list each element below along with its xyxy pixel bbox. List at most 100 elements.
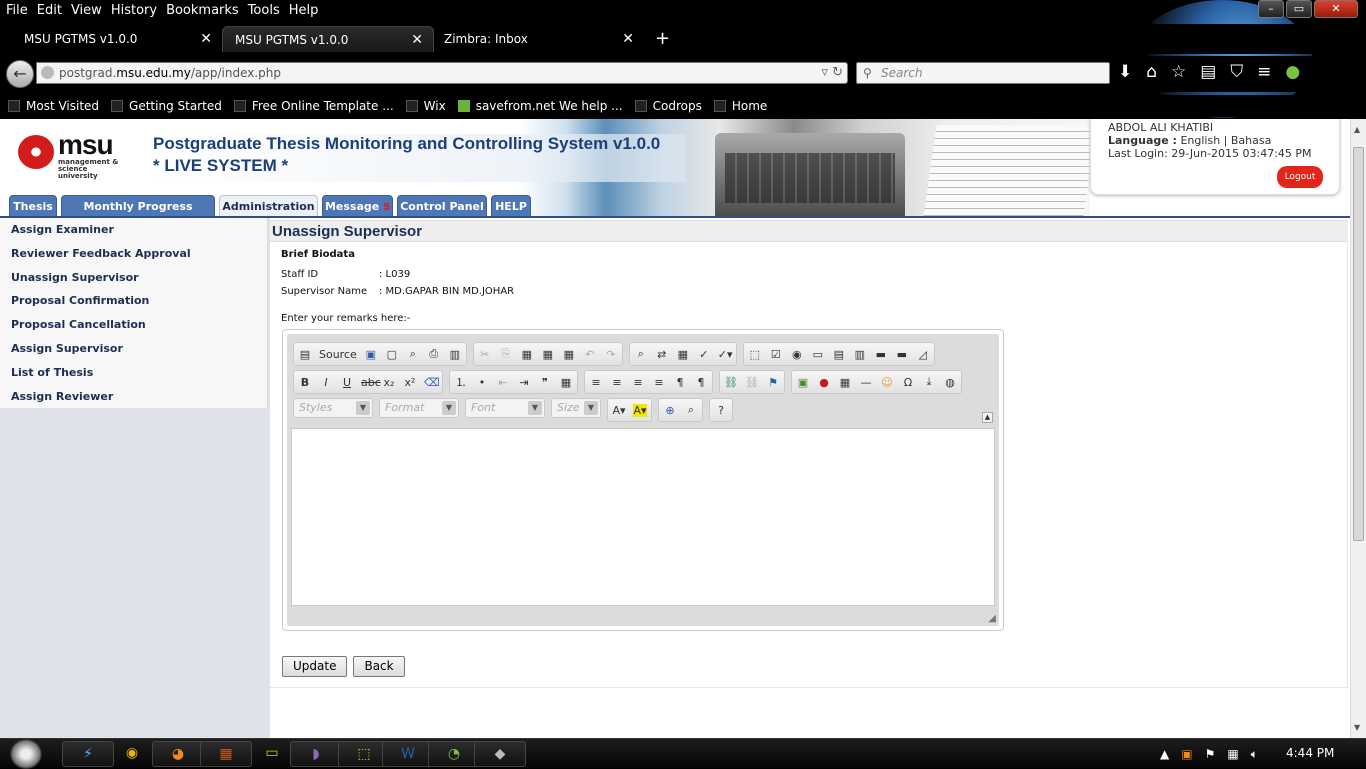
horizontal-rule-icon[interactable]: —	[859, 376, 873, 389]
maximize-button[interactable]: ▭	[1286, 0, 1312, 18]
select-all-icon[interactable]: ▦	[676, 348, 690, 361]
taskbar-app-icon[interactable]: ◆	[474, 741, 526, 767]
format-select[interactable]: Format ▼	[379, 398, 459, 418]
paste-word-icon[interactable]: ▦	[562, 348, 576, 361]
align-left-icon[interactable]: ≡	[589, 376, 603, 389]
sidebar-item-assign-supervisor[interactable]: Assign Supervisor	[0, 337, 267, 361]
textarea-icon[interactable]: ▤	[832, 348, 846, 361]
reading-list-icon[interactable]: ▤	[1200, 62, 1216, 82]
network-icon[interactable]: ▦	[1227, 747, 1238, 761]
url-bar[interactable]: postgrad.msu.edu.my/app/index.php ▿ ↻	[36, 62, 848, 84]
scayt-icon[interactable]: ✓▾	[718, 348, 733, 361]
taskbar-clock[interactable]: 4:44 PM	[1286, 746, 1334, 760]
bold-icon[interactable]: B	[298, 376, 312, 389]
search-input[interactable]: ⚲ Search	[856, 62, 1110, 84]
sidebar-item-assign-reviewer[interactable]: Assign Reviewer	[0, 385, 267, 409]
bookmark-item[interactable]: Free Online Template ...	[233, 99, 394, 113]
paste-text-icon[interactable]: ▦	[541, 348, 555, 361]
textfield-icon[interactable]: ▭	[811, 348, 825, 361]
tab-message[interactable]: Message 5	[322, 195, 393, 217]
button-icon[interactable]: ▬	[874, 348, 888, 361]
text-color-icon[interactable]: A▾	[612, 404, 626, 417]
form-icon[interactable]: ⬚	[748, 348, 762, 361]
rtl-icon[interactable]: ¶	[694, 376, 708, 389]
scroll-down-icon[interactable]: ▼	[1354, 723, 1360, 732]
blockquote-icon[interactable]: ❞	[538, 376, 552, 389]
imagebutton-icon[interactable]: ▬	[895, 348, 909, 361]
addon-icon[interactable]: ●	[1285, 62, 1300, 82]
font-select[interactable]: Font ▼	[465, 398, 545, 418]
close-tab-icon[interactable]: ✕	[411, 27, 423, 53]
hamburger-menu-icon[interactable]: ≡	[1257, 62, 1271, 82]
bookmark-star-icon[interactable]: ☆	[1171, 62, 1186, 82]
flash-icon[interactable]: ●	[817, 376, 831, 389]
italic-icon[interactable]: I	[319, 376, 333, 389]
table-icon[interactable]: ▦	[838, 376, 852, 389]
sidebar-item-unassign-supervisor[interactable]: Unassign Supervisor	[0, 266, 267, 290]
smiley-icon[interactable]: ☺	[880, 376, 894, 389]
special-char-icon[interactable]: Ω	[901, 376, 915, 389]
menu-tools[interactable]: Tools	[248, 3, 280, 18]
tab-administration[interactable]: Administration	[219, 195, 318, 217]
new-page-icon[interactable]: ▢	[385, 348, 399, 361]
ltr-icon[interactable]: ¶	[673, 376, 687, 389]
bookmark-item[interactable]: savefrom.net We help ...	[457, 99, 623, 113]
source-button[interactable]: Source	[319, 348, 357, 361]
hiddenfield-icon[interactable]: ◿	[916, 348, 930, 361]
spellcheck-icon[interactable]: ✓	[697, 348, 711, 361]
menu-bookmarks[interactable]: Bookmarks	[166, 3, 239, 18]
sidebar-item-assign-examiner[interactable]: Assign Examiner	[0, 218, 267, 242]
close-tab-icon[interactable]: ✕	[622, 26, 634, 52]
tab-help[interactable]: HELP	[491, 195, 531, 217]
page-scrollbar[interactable]: ▲ ▼	[1350, 119, 1366, 738]
size-select[interactable]: Size ▼	[551, 398, 601, 418]
bookmark-item[interactable]: Home	[713, 99, 767, 113]
tray-app-icon[interactable]: ▣	[1181, 747, 1192, 761]
taskbar-app-icon[interactable]: ◗	[290, 741, 342, 767]
logout-button[interactable]: Logout	[1277, 166, 1323, 188]
browser-tab[interactable]: MSU PGTMS v1.0.0 ✕	[0, 26, 222, 52]
bulleted-list-icon[interactable]: •	[475, 376, 489, 389]
menu-help[interactable]: Help	[289, 3, 319, 18]
close-window-button[interactable]: ✕	[1314, 0, 1358, 18]
browser-tab-active[interactable]: MSU PGTMS v1.0.0 ✕	[222, 26, 434, 52]
iframe-icon[interactable]: ◍	[943, 376, 957, 389]
tab-monthly-progress-report[interactable]: Monthly Progress Report	[61, 195, 215, 235]
radio-icon[interactable]: ◉	[790, 348, 804, 361]
start-button[interactable]	[10, 739, 42, 769]
strike-icon[interactable]: abc	[361, 376, 381, 389]
justify-icon[interactable]: ≡	[652, 376, 666, 389]
show-hidden-icons-icon[interactable]: ▲	[1160, 747, 1169, 761]
tab-control-panel[interactable]: Control Panel	[397, 195, 487, 217]
download-icon[interactable]: ⬇	[1118, 62, 1132, 82]
chrome-icon[interactable]: ◉	[106, 741, 158, 767]
align-right-icon[interactable]: ≡	[631, 376, 645, 389]
paste-icon[interactable]: ▦	[520, 348, 534, 361]
bookmark-item[interactable]: Wix	[405, 99, 446, 113]
bg-color-icon[interactable]: A▾	[633, 403, 647, 417]
indent-icon[interactable]: ⇥	[517, 376, 531, 389]
collapse-toolbar-icon[interactable]: ▲	[982, 412, 993, 423]
subscript-icon[interactable]: x₂	[382, 376, 396, 389]
outdent-icon[interactable]: ⇤	[496, 376, 510, 389]
sidebar-item-proposal-cancellation[interactable]: Proposal Cancellation	[0, 313, 267, 337]
word-icon[interactable]: W	[382, 741, 434, 767]
browser-tab[interactable]: Zimbra: Inbox ✕	[432, 26, 644, 52]
underline-icon[interactable]: U	[340, 376, 354, 389]
print-icon[interactable]: ⎙	[427, 347, 441, 361]
align-center-icon[interactable]: ≡	[610, 376, 624, 389]
scroll-up-icon[interactable]: ▲	[1354, 125, 1360, 134]
reload-icon[interactable]: ▿ ↻	[821, 63, 843, 83]
menu-history[interactable]: History	[111, 3, 157, 18]
taskbar-app-icon[interactable]: ◔	[428, 741, 480, 767]
show-blocks-icon[interactable]: ⌕	[684, 403, 698, 417]
save-icon[interactable]: ▣	[364, 348, 378, 361]
bookmark-item[interactable]: Most Visited	[8, 99, 99, 113]
remove-format-icon[interactable]: ⌫	[424, 376, 440, 389]
styles-select[interactable]: Styles ▼	[293, 398, 373, 418]
preview-icon[interactable]: ⌕	[406, 347, 420, 361]
menu-edit[interactable]: Edit	[37, 3, 62, 18]
taskbar-app-icon[interactable]: ▦	[200, 741, 252, 767]
select-icon[interactable]: ▥	[853, 348, 867, 361]
superscript-icon[interactable]: x²	[403, 376, 417, 389]
